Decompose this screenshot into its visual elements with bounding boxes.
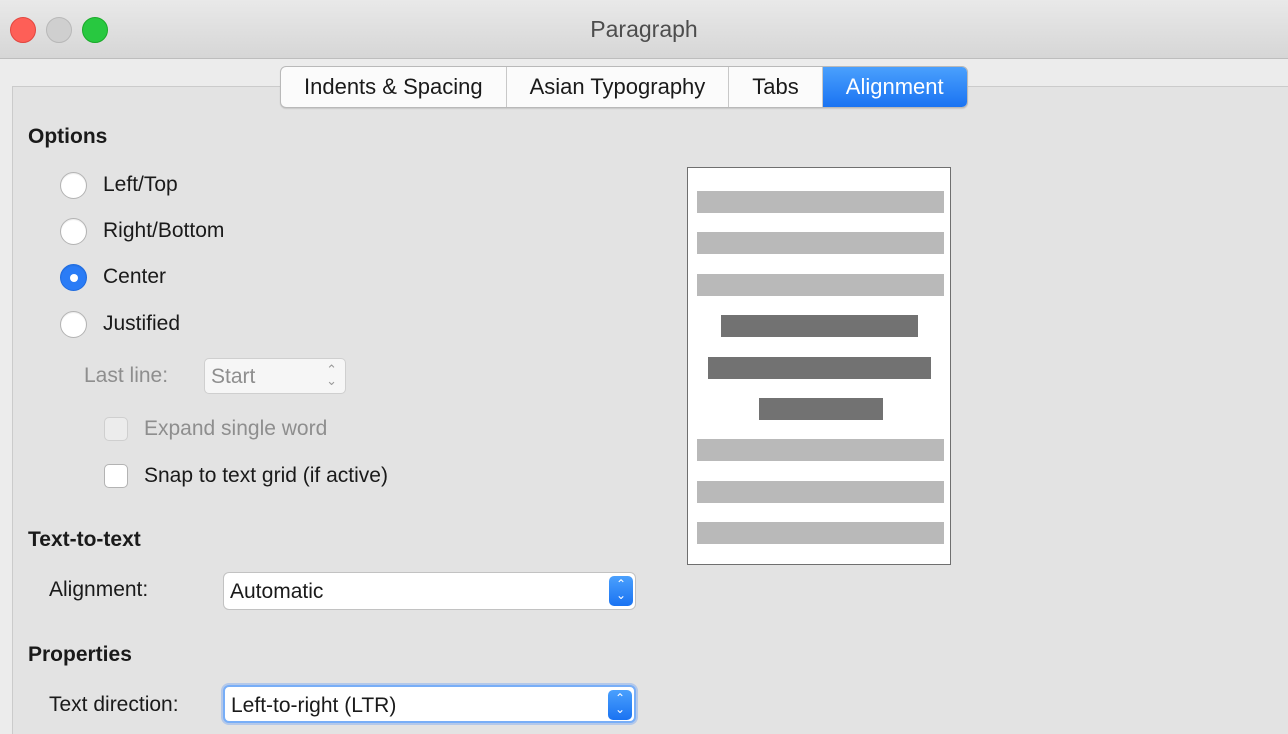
window-title: Paragraph [590, 16, 698, 42]
options-heading: Options [28, 125, 108, 148]
radio-label: Center [103, 265, 167, 288]
expand-single-word-checkbox[interactable] [104, 417, 128, 441]
radio-label: Left/Top [103, 173, 178, 196]
tab-asian-typography[interactable]: Asian Typography [507, 67, 730, 107]
preview-line-centered [721, 315, 918, 337]
tab-indents-spacing[interactable]: Indents & Spacing [281, 67, 507, 107]
alignment-select-value: Automatic [230, 580, 324, 603]
preview-line [697, 481, 944, 503]
radio-button[interactable] [60, 310, 87, 338]
radio-button[interactable] [60, 171, 87, 199]
preview-line [697, 232, 944, 254]
tab-content-panel [12, 86, 1288, 734]
checkbox-label: Snap to text grid (if active) [144, 464, 388, 487]
preview-line-centered [759, 398, 883, 420]
expand-single-word-option[interactable]: Expand single word [104, 414, 327, 444]
radio-button[interactable] [60, 217, 87, 245]
text-direction-select-value: Left-to-right (LTR) [231, 694, 397, 717]
tab-bar: Indents & Spacing Asian Typography Tabs … [280, 66, 968, 108]
checkbox-label: Expand single word [144, 417, 328, 440]
tab-alignment[interactable]: Alignment [822, 67, 967, 107]
preview-line [697, 522, 944, 544]
snap-to-grid-option[interactable]: Snap to text grid (if active) [104, 461, 388, 491]
up-down-chevron-icon[interactable]: ⌃ ⌄ [609, 576, 633, 606]
preview-line [697, 439, 944, 461]
radio-label: Right/Bottom [103, 219, 225, 242]
text-direction-select[interactable]: Left-to-right (LTR) ⌃ ⌄ [223, 685, 636, 723]
last-line-select[interactable]: Start ⌃ ⌄ [204, 358, 346, 394]
properties-heading: Properties [28, 643, 132, 666]
alignment-select[interactable]: Automatic ⌃ ⌄ [223, 572, 636, 610]
title-bar: Paragraph [0, 0, 1288, 59]
preview-line [697, 191, 944, 213]
radio-left-top[interactable]: Left/Top [60, 170, 178, 200]
last-line-value: Start [211, 365, 256, 388]
radio-center[interactable]: Center [60, 262, 166, 292]
radio-right-bottom[interactable]: Right/Bottom [60, 216, 224, 246]
radio-justified[interactable]: Justified [60, 309, 180, 339]
last-line-label: Last line: [84, 364, 169, 387]
text-to-text-heading: Text-to-text [28, 528, 141, 551]
alignment-label: Alignment: [49, 578, 149, 601]
tab-tabs[interactable]: Tabs [729, 67, 823, 107]
text-direction-label: Text direction: [49, 693, 179, 716]
radio-label: Justified [103, 312, 181, 335]
radio-button-selected[interactable] [60, 263, 87, 291]
preview-line [697, 274, 944, 296]
up-down-chevron-icon[interactable]: ⌃ ⌄ [608, 690, 632, 720]
preview-line-centered [708, 357, 931, 379]
up-down-chevron-icon: ⌃ ⌄ [326, 362, 337, 388]
alignment-preview [687, 167, 951, 565]
snap-to-grid-checkbox[interactable] [104, 464, 128, 488]
